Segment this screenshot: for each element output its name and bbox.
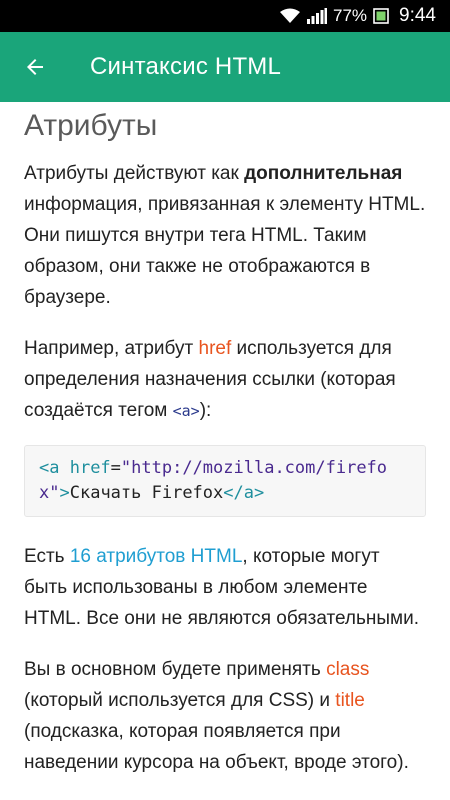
battery-charging-icon <box>373 8 389 24</box>
page-title: Синтаксис HTML <box>90 53 282 80</box>
text: Например, атрибут <box>24 338 199 359</box>
code-eq: = <box>110 458 121 478</box>
article-content: Атрибуты Атрибуты действуют как дополнит… <box>0 102 450 800</box>
section-title: Атрибуты <box>24 109 158 142</box>
text: (подсказка, которая появляется при навед… <box>24 721 409 773</box>
paragraph-intro: Атрибуты действуют как дополнительная ин… <box>24 158 426 313</box>
app-bar: Синтаксис HTML <box>0 32 450 102</box>
text: (который используется для CSS) и <box>24 690 336 711</box>
paragraph-class-title: Вы в основном будете применять class (ко… <box>24 654 426 778</box>
code-block: <a href="http://mozilla.com/firefox">Ска… <box>24 445 426 517</box>
code-text: Скачать Firefox <box>69 483 224 503</box>
code-end-tag: </a> <box>223 483 265 503</box>
text: Атрибуты действуют как <box>24 163 245 184</box>
text: Есть <box>24 546 70 567</box>
inline-code-a-tag: <a> <box>172 402 200 420</box>
code-open-tag: <a <box>39 458 60 478</box>
text: Вы в основном будете применять <box>24 659 327 680</box>
status-bar: 77% 9:44 <box>0 0 450 32</box>
text: ): <box>199 400 212 421</box>
wifi-icon <box>279 8 301 24</box>
text: информация, привязанная к элементу HTML.… <box>24 194 426 308</box>
code-close-bracket: > <box>59 483 70 503</box>
keyword-class: class <box>326 659 370 680</box>
keyword-title: title <box>335 690 365 711</box>
code-attr: href <box>59 458 111 478</box>
paragraph-global-attributes: Есть 16 атрибутов HTML, которые могут бы… <box>24 541 426 634</box>
battery-percent: 77% <box>332 6 368 25</box>
clock: 9:44 <box>399 5 436 26</box>
signal-icon <box>306 8 327 24</box>
paragraph-href-example: Например, атрибут href используется для … <box>24 333 426 427</box>
keyword-href: href <box>198 338 232 359</box>
link-16-attributes[interactable]: 16 атрибутов HTML <box>70 546 243 567</box>
bold-text: дополнительная <box>244 163 403 184</box>
back-button[interactable] <box>0 32 70 102</box>
arrow-back-icon <box>27 59 43 75</box>
